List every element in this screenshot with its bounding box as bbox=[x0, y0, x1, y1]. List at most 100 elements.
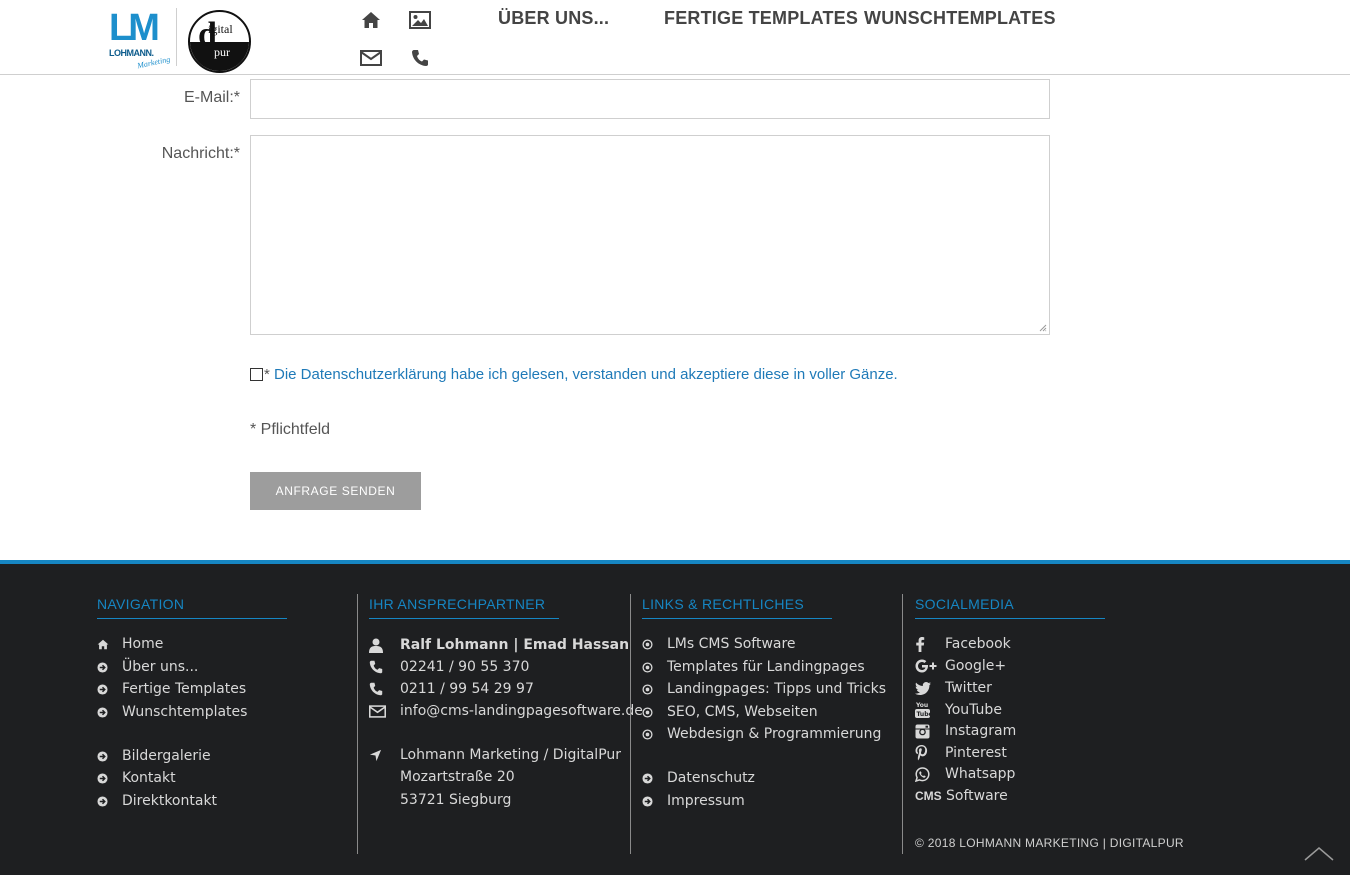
dot-circle-icon bbox=[642, 728, 667, 740]
social-facebook[interactable]: Facebook bbox=[915, 636, 1011, 652]
footer-nav-label: Wunschtemplates bbox=[122, 704, 248, 720]
footer-link-label: Landingpages: Tipps und Tricks bbox=[667, 681, 887, 697]
social-youtube[interactable]: YouTubeYouTube bbox=[915, 701, 1002, 718]
footer-nav-fertige-templates[interactable]: Fertige Templates bbox=[97, 681, 246, 697]
phone-icon[interactable] bbox=[408, 48, 432, 68]
contact-street: Mozartstraße 20 bbox=[400, 769, 515, 785]
contact-phone-2-text: 0211 / 99 54 29 97 bbox=[400, 681, 534, 697]
resize-grip-icon[interactable] bbox=[1039, 324, 1047, 332]
lohmann-marketing-logo[interactable]: LM LOHMANN. Marketing bbox=[107, 7, 171, 70]
dot-circle-icon bbox=[642, 638, 667, 650]
social-cms-software[interactable]: CMS Software bbox=[915, 788, 1008, 804]
contact-email-text: info@cms-landingpagesoftware.de bbox=[400, 703, 643, 719]
footer-nav-label: Über uns... bbox=[122, 659, 199, 675]
envelope-icon[interactable] bbox=[359, 48, 383, 68]
required-note: * Pflichtfeld bbox=[250, 421, 331, 438]
footer-link-label: LMs CMS Software bbox=[667, 636, 796, 652]
footer-divider bbox=[902, 594, 903, 854]
svg-text:You: You bbox=[915, 702, 928, 709]
twitter-icon bbox=[915, 681, 945, 695]
arrow-circle-icon bbox=[97, 750, 122, 762]
home-icon[interactable] bbox=[359, 10, 383, 30]
social-label: Twitter bbox=[945, 680, 992, 696]
social-label: Pinterest bbox=[945, 745, 1007, 761]
contact-company-text: Lohmann Marketing / DigitalPur bbox=[400, 747, 622, 763]
phone-icon bbox=[369, 682, 400, 696]
nav-wunschtemplates[interactable]: WUNSCHTEMPLATES bbox=[864, 8, 1056, 29]
consent-label[interactable]: * Die Datenschutzerklärung habe ich gele… bbox=[264, 366, 898, 383]
nav-ueber-uns[interactable]: ÜBER UNS... bbox=[498, 8, 609, 29]
footer-nav-label: Kontakt bbox=[122, 770, 176, 786]
footer-nav-label: Bildergalerie bbox=[122, 748, 211, 764]
location-arrow-icon bbox=[369, 749, 400, 762]
arrow-circle-icon bbox=[97, 683, 122, 695]
footer-link-impressum[interactable]: Impressum bbox=[642, 793, 745, 809]
footer-nav-kontakt[interactable]: Kontakt bbox=[97, 770, 176, 786]
user-icon bbox=[369, 638, 400, 653]
footer-nav-direktkontakt[interactable]: Direktkontakt bbox=[97, 793, 217, 809]
contact-company: Lohmann Marketing / DigitalPur bbox=[369, 747, 621, 763]
footer-social-title: SOCIALMEDIA bbox=[915, 596, 1105, 619]
footer-link-label: Templates für Landingpages bbox=[667, 659, 865, 675]
submit-button[interactable]: ANFRAGE SENDEN bbox=[250, 472, 421, 510]
facebook-icon bbox=[915, 636, 945, 652]
footer-nav-wunschtemplates[interactable]: Wunschtemplates bbox=[97, 704, 247, 720]
social-whatsapp[interactable]: Whatsapp bbox=[915, 766, 1015, 782]
whatsapp-icon bbox=[915, 766, 945, 782]
scroll-to-top-icon[interactable] bbox=[1304, 846, 1334, 861]
footer-nav-title: NAVIGATION bbox=[97, 596, 287, 619]
footer-link-datenschutz[interactable]: Datenschutz bbox=[642, 770, 755, 786]
contact-email[interactable]: info@cms-landingpagesoftware.de bbox=[369, 703, 643, 719]
footer-link-label: Datenschutz bbox=[667, 770, 755, 786]
footer-link-templates[interactable]: Templates für Landingpages bbox=[642, 659, 865, 675]
footer-contact-title: IHR ANSPRECHPARTNER bbox=[369, 596, 559, 619]
footer-nav-bildergalerie[interactable]: Bildergalerie bbox=[97, 748, 211, 764]
logo-lm-name: LOHMANN. bbox=[109, 48, 154, 58]
svg-text:Tube: Tube bbox=[917, 711, 931, 718]
footer-nav-home[interactable]: Home bbox=[97, 636, 163, 652]
footer-link-label: SEO, CMS, Webseiten bbox=[667, 704, 818, 720]
logo-divider bbox=[176, 8, 177, 66]
social-label: Google+ bbox=[945, 658, 1007, 674]
footer-nav-ueber-uns[interactable]: Über uns... bbox=[97, 659, 198, 675]
consent-text[interactable]: Die Datenschutzerklärung habe ich gelese… bbox=[270, 366, 898, 383]
social-pinterest[interactable]: Pinterest bbox=[915, 745, 1007, 761]
phone-icon bbox=[369, 660, 400, 674]
footer-link-cms-software[interactable]: LMs CMS Software bbox=[642, 636, 796, 652]
site-footer: NAVIGATION Home Über uns... Fertige Temp… bbox=[0, 560, 1350, 875]
footer-link-tipps[interactable]: Landingpages: Tipps und Tricks bbox=[642, 681, 886, 697]
email-field[interactable] bbox=[250, 79, 1050, 119]
footer-nav-label: Direktkontakt bbox=[122, 793, 218, 809]
dot-circle-icon bbox=[642, 683, 667, 695]
image-icon[interactable] bbox=[408, 10, 432, 30]
contact-person: Ralf Lohmann | Emad Hassan bbox=[369, 637, 629, 653]
footer-link-label: Webdesign & Programmierung bbox=[667, 726, 882, 742]
contact-phone-1-text: 02241 / 90 55 370 bbox=[400, 659, 530, 675]
footer-link-webdesign[interactable]: Webdesign & Programmierung bbox=[642, 726, 881, 742]
arrow-circle-icon bbox=[642, 795, 667, 807]
contact-phone-1[interactable]: 02241 / 90 55 370 bbox=[369, 659, 529, 675]
dot-circle-icon bbox=[642, 706, 667, 718]
digitalpur-logo[interactable]: d igital pur bbox=[188, 10, 251, 73]
footer-nav-label: Home bbox=[122, 636, 164, 652]
email-label: E-Mail:* bbox=[183, 89, 240, 106]
contact-phone-2[interactable]: 0211 / 99 54 29 97 bbox=[369, 681, 534, 697]
social-google-plus[interactable]: Google+ bbox=[915, 658, 1006, 674]
instagram-icon bbox=[915, 724, 945, 739]
social-instagram[interactable]: Instagram bbox=[915, 723, 1016, 739]
arrow-circle-icon bbox=[97, 772, 122, 784]
social-label: Instagram bbox=[945, 723, 1017, 739]
copyright: © 2018 LOHMANN MARKETING | DIGITALPUR bbox=[915, 836, 1184, 850]
social-label: YouTube bbox=[945, 701, 1002, 718]
google-plus-icon bbox=[915, 659, 945, 673]
logo-lm-letters: LM bbox=[109, 7, 160, 49]
nav-fertige-templates[interactable]: FERTIGE TEMPLATES bbox=[664, 8, 858, 29]
social-label: Facebook bbox=[945, 636, 1011, 652]
youtube-icon: You Tube bbox=[915, 701, 945, 718]
pinterest-icon bbox=[915, 745, 945, 761]
cms-icon: CMS bbox=[915, 789, 942, 803]
consent-checkbox[interactable] bbox=[250, 368, 263, 381]
footer-link-seo[interactable]: SEO, CMS, Webseiten bbox=[642, 704, 818, 720]
social-twitter[interactable]: Twitter bbox=[915, 680, 992, 696]
message-field[interactable] bbox=[250, 135, 1050, 335]
